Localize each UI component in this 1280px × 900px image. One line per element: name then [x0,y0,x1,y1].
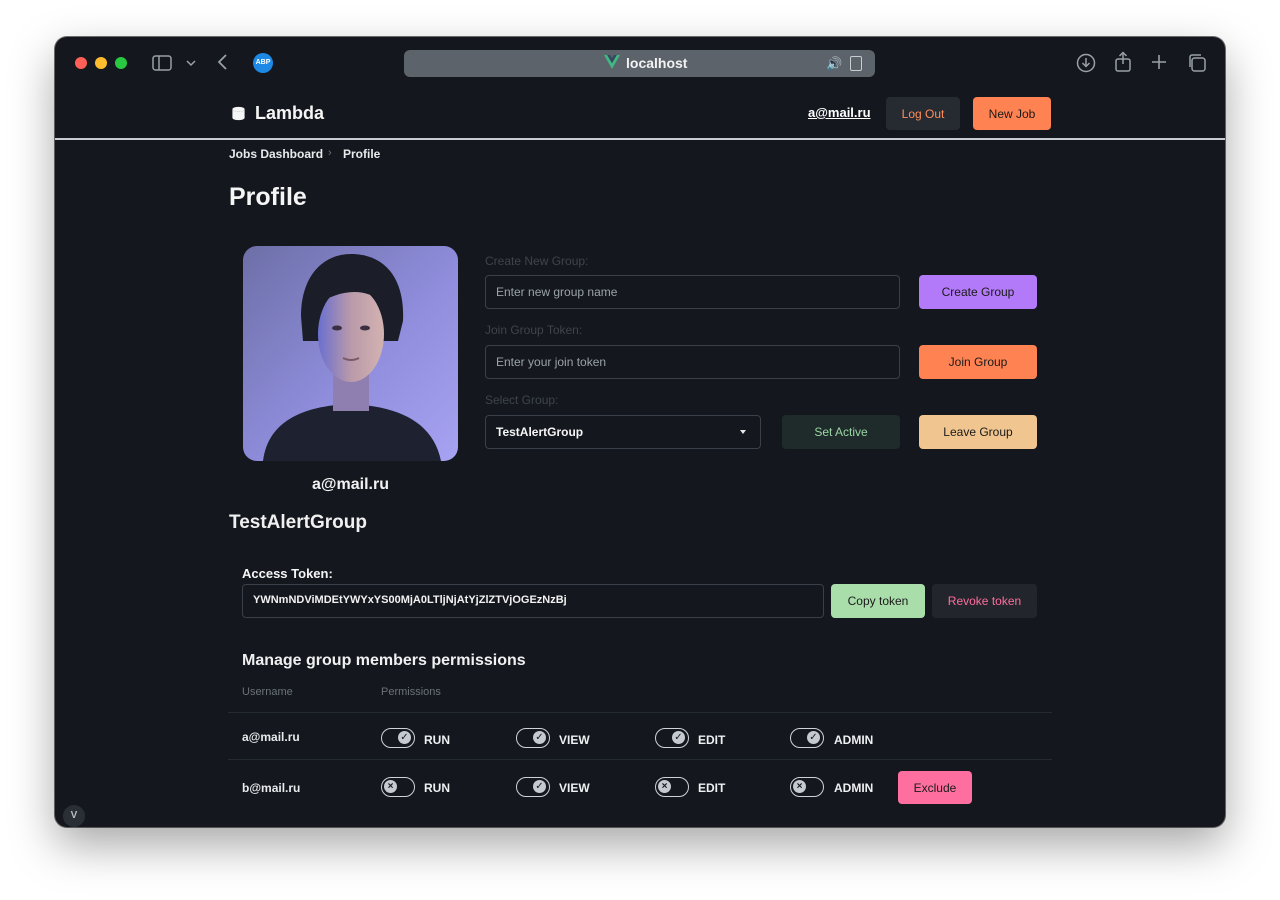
breadcrumb-profile: Profile [343,147,381,161]
address-bar[interactable]: localhost 🔊 [404,50,875,77]
column-header-permissions: Permissions [381,686,441,698]
x-icon: × [793,780,806,793]
revoke-token-button[interactable]: Revoke token [932,584,1037,618]
permission-label-edit: EDIT [698,781,726,795]
user-email-link[interactable]: a@mail.ru [808,105,871,120]
new-job-button[interactable]: New Job [973,97,1051,130]
vue-devtools-icon[interactable]: V [63,805,85,827]
check-icon: ✓ [807,731,820,744]
set-active-button[interactable]: Set Active [782,415,900,449]
copy-token-button[interactable]: Copy token [831,584,925,618]
permission-label-run: RUN [424,781,450,795]
permission-label-view: VIEW [559,733,590,747]
table-divider [228,712,1052,713]
selected-group-value: TestAlertGroup [496,425,584,439]
members-permissions-heading: Manage group members permissions [242,652,526,669]
new-tab-icon[interactable] [1151,54,1167,70]
share-icon[interactable] [1114,51,1132,73]
browser-window: ABP localhost 🔊 Lambda a@mail.ru Log Out… [55,37,1225,827]
member-username: b@mail.ru [242,781,301,795]
group-select[interactable]: TestAlertGroup [485,415,761,449]
access-token-field[interactable]: YWNmNDViMDEtYWYxYS00MjA0LTljNjAtYjZlZTVj… [242,584,824,618]
exclude-member-button[interactable]: Exclude [898,771,972,804]
breadcrumb-separator: › [328,147,332,159]
toggle-view[interactable]: ✓ [516,777,550,797]
create-group-button[interactable]: Create Group [919,275,1037,309]
permission-label-edit: EDIT [698,733,726,747]
access-token-value: YWNmNDViMDEtYWYxYS00MjA0LTljNjAtYjZlZTVj… [253,594,567,606]
close-window-button[interactable] [75,57,87,69]
column-header-username: Username [242,686,293,698]
header-divider [55,138,1225,140]
download-icon[interactable] [1076,53,1096,73]
back-icon[interactable] [216,53,228,71]
minimize-window-button[interactable] [95,57,107,69]
new-group-placeholder: Enter new group name [496,285,618,299]
database-icon [232,106,245,121]
logout-button[interactable]: Log Out [886,97,960,130]
group-name-heading: TestAlertGroup [229,512,367,533]
sidebar-toggle-icon[interactable] [152,55,172,71]
check-icon: ✓ [533,780,546,793]
toggle-edit[interactable]: ✓ [655,728,689,748]
permission-label-run: RUN [424,733,450,747]
new-group-input[interactable]: Enter new group name [485,275,900,309]
check-icon: ✓ [672,731,685,744]
create-group-label: Create New Group: [485,254,589,268]
tabs-overview-icon[interactable] [1187,53,1207,73]
member-username: a@mail.ru [242,730,300,744]
join-token-input[interactable]: Enter your join token [485,345,900,379]
toggle-run[interactable]: ✓ [381,728,415,748]
vue-logo-icon [604,55,620,69]
toggle-view[interactable]: ✓ [516,728,550,748]
toggle-admin[interactable]: × [790,777,824,797]
dropdown-caret-icon [740,430,746,434]
toggle-edit[interactable]: × [655,777,689,797]
table-divider [228,759,1052,760]
toggle-run[interactable]: × [381,777,415,797]
brand-name[interactable]: Lambda [255,103,324,124]
access-token-label: Access Token: [242,566,333,581]
url-text: localhost [626,55,688,71]
join-token-placeholder: Enter your join token [496,355,607,369]
leave-group-button[interactable]: Leave Group [919,415,1037,449]
breadcrumb-jobs-dashboard[interactable]: Jobs Dashboard [229,147,323,161]
permission-label-admin: ADMIN [834,781,874,795]
chevron-down-icon[interactable] [186,59,196,67]
select-group-label: Select Group: [485,393,559,407]
check-icon: ✓ [533,731,546,744]
page-title: Profile [229,183,307,211]
avatar [243,246,458,461]
check-icon: ✓ [398,731,411,744]
join-token-label: Join Group Token: [485,323,583,337]
join-group-button[interactable]: Join Group [919,345,1037,379]
profile-email: a@mail.ru [312,476,389,493]
permission-label-admin: ADMIN [834,733,874,747]
reader-mode-icon[interactable] [850,56,862,71]
toggle-admin[interactable]: ✓ [790,728,824,748]
zoom-window-button[interactable] [115,57,127,69]
x-icon: × [384,780,397,793]
x-icon: × [658,780,671,793]
permission-label-view: VIEW [559,781,590,795]
speaker-icon[interactable]: 🔊 [826,56,842,72]
adblock-icon[interactable]: ABP [253,53,273,73]
